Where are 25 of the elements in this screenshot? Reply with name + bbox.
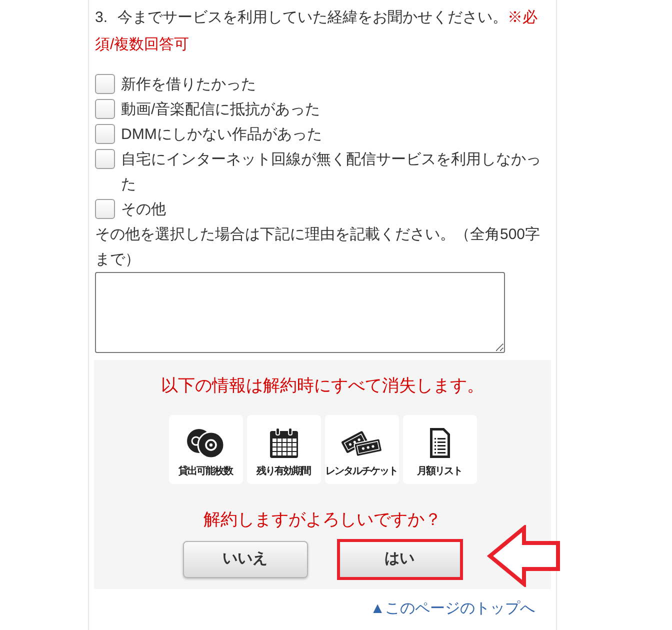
calendar-icon <box>268 427 300 459</box>
discs-icon <box>186 427 226 459</box>
tile-label: 残り有効期間 <box>256 465 310 479</box>
question-text: 3. 今までサービスを利用していた経緯をお聞かせください。※必須/複数回答可 <box>94 8 539 55</box>
page-top-link[interactable]: ▲このページのトップへ <box>370 599 535 619</box>
option-label: その他 <box>121 200 166 220</box>
tile-label: 月額リスト <box>417 465 462 479</box>
other-note: その他を選択した場合は下記に理由を記載ください。（全角500字まで） <box>94 225 542 270</box>
option-label: 新作を借りたかった <box>121 75 256 95</box>
checkbox[interactable] <box>95 99 115 119</box>
document-icon <box>428 427 452 459</box>
checkbox[interactable] <box>95 199 115 219</box>
confirm-question: 解約しますがよろしいですか？ <box>204 509 442 531</box>
dialog-button[interactable]: はい <box>336 539 462 580</box>
option-label: 動画/音楽配信に抵抗があった <box>121 100 320 120</box>
tile-label: レンタルチケット <box>326 465 398 479</box>
dialog-button[interactable]: いいえ <box>182 541 308 578</box>
reason-field[interactable] <box>95 272 505 353</box>
checkbox[interactable] <box>95 149 115 169</box>
option-label: DMMにしかない作品があった <box>121 125 322 145</box>
checkbox[interactable] <box>95 124 115 144</box>
tile-label: 貸出可能枚数 <box>178 465 232 479</box>
warning-heading: 以下の情報は解約時にすべて消失します。 <box>161 375 484 397</box>
checkbox[interactable] <box>95 74 115 94</box>
option-label: 自宅にインターネット回線が無く配信サービスを利用しなかった <box>121 150 542 195</box>
